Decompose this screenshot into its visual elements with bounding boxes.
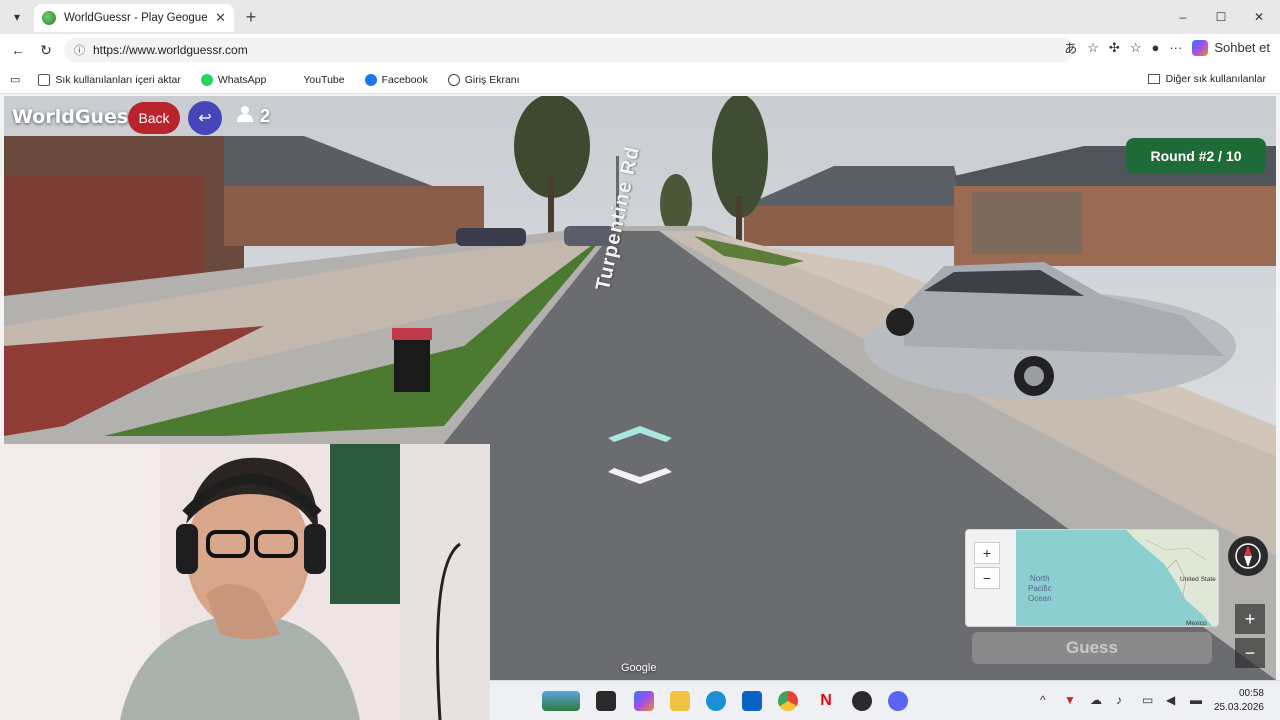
tray-overflow-icon[interactable]: ^: [1040, 693, 1046, 707]
minimize-button[interactable]: –: [1172, 6, 1194, 28]
collections-icon[interactable]: ☆: [1130, 40, 1142, 56]
webcam-person-image: [0, 444, 490, 720]
favorites-toggle-icon[interactable]: ▭: [10, 73, 20, 86]
weather-widget-icon[interactable]: [542, 691, 580, 711]
other-favorites-label: Diğer sık kullanılanlar: [1165, 73, 1266, 85]
move-backward-arrow-icon[interactable]: [608, 466, 672, 488]
copilot-taskbar-icon[interactable]: [634, 691, 654, 711]
steam-icon[interactable]: [852, 691, 872, 711]
round-indicator: Round #2 / 10: [1126, 138, 1266, 174]
microphone-icon[interactable]: ♪: [1116, 693, 1122, 707]
copilot-icon: [1192, 39, 1209, 56]
import-icon: [38, 73, 51, 86]
battery-icon[interactable]: ▬: [1190, 693, 1202, 707]
minimap-country-label: Mexico: [1186, 620, 1207, 627]
display-icon[interactable]: ▭: [1142, 693, 1153, 707]
streetview-zoom-in-button[interactable]: +: [1235, 604, 1265, 634]
favorite-label: YouTube: [303, 73, 345, 86]
chrome-icon[interactable]: [778, 691, 798, 711]
profile-avatar-icon[interactable]: ●: [1151, 40, 1159, 55]
guess-minimap[interactable]: + − North Pacific Ocean United State Mex…: [965, 529, 1219, 627]
webcam-overlay: [0, 444, 490, 720]
new-tab-button[interactable]: +: [240, 6, 262, 28]
maximize-button[interactable]: ☐: [1210, 6, 1232, 28]
address-bar-row: ← ↻ ⓘ https://www.worldguessr.com あ ☆ ✣ …: [0, 34, 1280, 66]
discord-icon[interactable]: [888, 691, 908, 711]
favorite-star-icon[interactable]: ☆: [1087, 40, 1099, 56]
ocean-label-line: North: [1030, 574, 1050, 583]
back-arrow-icon[interactable]: ←: [4, 36, 32, 64]
favorite-login-screen[interactable]: Giriş Ekranı: [447, 73, 520, 86]
return-to-start-button[interactable]: ↩: [188, 101, 222, 135]
compass-icon[interactable]: [1228, 536, 1268, 576]
back-button[interactable]: Back: [128, 102, 180, 134]
minimap-zoom-out-button[interactable]: −: [974, 567, 1000, 589]
user-icon: [236, 105, 254, 128]
minimap-zoom-in-button[interactable]: +: [974, 542, 1000, 564]
tab-close-icon[interactable]: ✕: [215, 10, 226, 26]
reload-icon[interactable]: ↻: [32, 36, 60, 64]
globe-icon: [447, 73, 460, 86]
copilot-label: Sohbet et: [1214, 40, 1270, 55]
favorite-facebook[interactable]: Facebook: [364, 73, 428, 86]
globe-favicon-icon: [42, 11, 56, 25]
minimap-country-label: United State: [1180, 576, 1216, 583]
player-count: 2: [236, 105, 270, 128]
close-window-button[interactable]: ✕: [1248, 6, 1270, 28]
file-explorer-icon[interactable]: [670, 691, 690, 711]
volume-icon[interactable]: ◀: [1166, 693, 1175, 707]
browser-toolbar: あ ☆ ✣ ☆ ● ··· Sohbet et: [1064, 38, 1280, 57]
store-icon[interactable]: [742, 691, 762, 711]
extensions-icon[interactable]: ✣: [1109, 40, 1120, 56]
clock-date: 25.03.2026: [1213, 702, 1264, 713]
favorite-label: WhatsApp: [217, 73, 267, 86]
edge-browser-icon[interactable]: [706, 691, 726, 711]
ocean-label-line: Ocean: [1028, 594, 1052, 603]
facebook-icon: [364, 73, 377, 86]
more-menu-icon[interactable]: ···: [1169, 40, 1182, 55]
translate-icon[interactable]: あ: [1064, 38, 1077, 57]
favorite-import[interactable]: Sık kullanılanları içeri aktar: [38, 73, 181, 86]
folder-icon: [1147, 74, 1160, 84]
browser-tab-worldguessr[interactable]: WorldGuessr - Play Geoguessr for ✕: [34, 4, 234, 32]
guess-button[interactable]: Guess: [972, 632, 1212, 664]
url-text: https://www.worldguessr.com: [93, 43, 248, 57]
clock-time: 00:58: [1238, 688, 1264, 699]
favorite-whatsapp[interactable]: WhatsApp: [200, 73, 267, 86]
url-field[interactable]: ⓘ https://www.worldguessr.com: [64, 38, 1074, 62]
system-clock[interactable]: 00:58 25.03.2026: [1214, 687, 1264, 715]
tab-title: WorldGuessr - Play Geoguessr for: [64, 12, 208, 24]
windows-taskbar: N ^ ▼ ☁ ♪ ▭ ◀ ▬ 00:58 25.03.2026: [490, 680, 1280, 720]
favorite-youtube[interactable]: YouTube: [286, 74, 344, 86]
antivirus-tray-icon[interactable]: ▼: [1064, 693, 1076, 707]
cloud-tray-icon[interactable]: ☁: [1090, 693, 1102, 707]
tab-actions-chevron-icon[interactable]: ▾: [6, 6, 28, 28]
streetview-zoom-out-button[interactable]: −: [1235, 638, 1265, 668]
minimap-ocean-label: North Pacific Ocean: [1028, 574, 1052, 604]
whatsapp-icon: [200, 73, 213, 86]
favorite-label: Giriş Ekranı: [464, 73, 520, 86]
copilot-button[interactable]: Sohbet et: [1192, 39, 1270, 56]
other-favorites[interactable]: Diğer sık kullanılanlar: [1147, 73, 1266, 85]
ocean-label-line: Pacific: [1028, 584, 1052, 593]
youtube-icon: [286, 74, 298, 86]
google-watermark: Google: [621, 662, 657, 674]
browser-tab-bar: ▾ WorldGuessr - Play Geoguessr for ✕ + –…: [0, 0, 1280, 34]
favorite-label: Facebook: [381, 73, 428, 86]
favorite-label: Sık kullanılanları içeri aktar: [55, 73, 181, 86]
netflix-icon[interactable]: N: [816, 691, 836, 711]
favorites-bar: ▭ Sık kullanılanları içeri aktar WhatsAp…: [0, 66, 1280, 94]
task-view-icon[interactable]: [596, 691, 616, 711]
move-forward-arrow-icon[interactable]: [608, 424, 672, 446]
player-count-value: 2: [260, 106, 271, 126]
site-info-icon[interactable]: ⓘ: [74, 42, 85, 58]
